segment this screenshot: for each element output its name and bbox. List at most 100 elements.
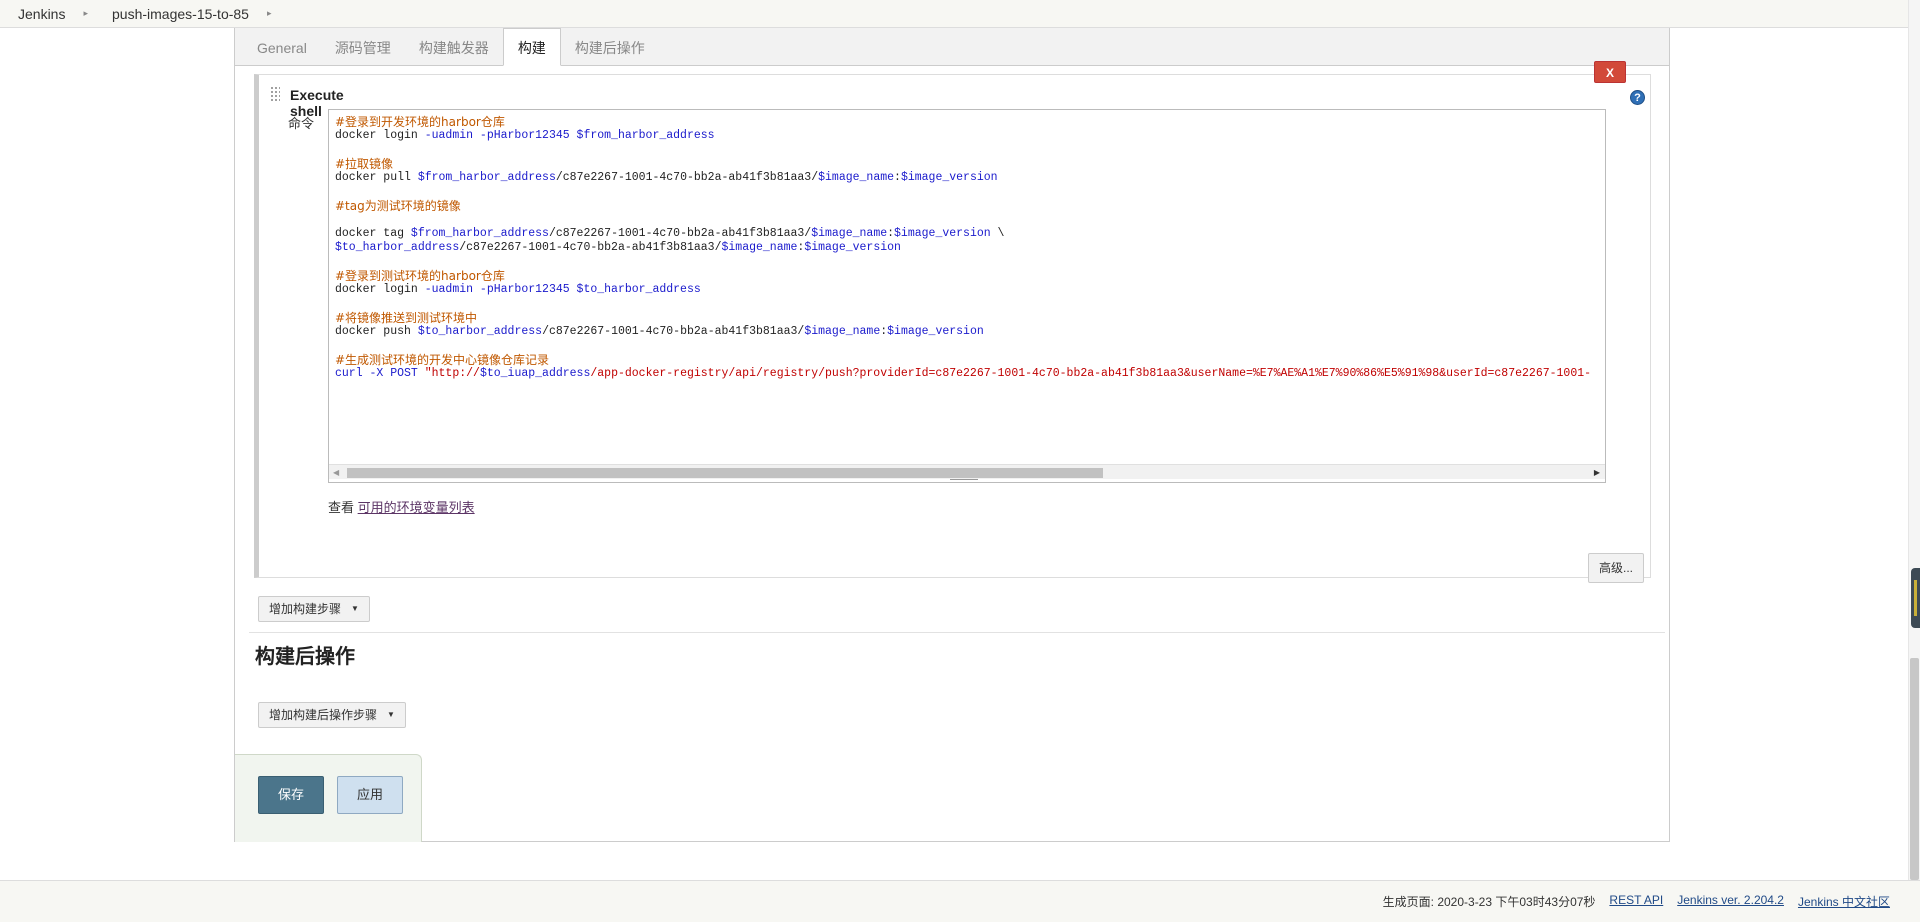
tab-triggers[interactable]: 构建触发器 [405, 31, 503, 65]
breadcrumb-arrow-icon[interactable]: ▸ [261, 8, 278, 19]
tab-general[interactable]: General [243, 31, 321, 65]
command-label: 命令 [288, 116, 315, 131]
caret-down-icon: ▼ [387, 710, 395, 719]
drag-handle-icon[interactable] [270, 86, 280, 102]
save-button[interactable]: 保存 [258, 776, 324, 814]
code-comment: #tag为测试环境的镜像 [335, 199, 461, 213]
code-comment: #生成测试环境的开发中心镜像仓库记录 [335, 353, 550, 367]
apply-button[interactable]: 应用 [337, 776, 403, 814]
help-icon[interactable]: ? [1630, 90, 1645, 105]
add-build-step-button[interactable]: 增加构建步骤 ▼ [258, 596, 370, 622]
delete-step-button[interactable]: X [1594, 61, 1626, 83]
jenkins-version-link[interactable]: Jenkins ver. 2.204.2 [1677, 893, 1784, 910]
code-token: $image_version [900, 171, 998, 184]
code-comment-line: #tag为测试环境的镜像 [335, 199, 1591, 213]
code-comment: #将镜像推送到测试环境中 [335, 311, 478, 325]
code-token: $image_version [887, 325, 984, 338]
env-vars-line: 查看 可用的环境变量列表 [328, 497, 475, 516]
scroll-left-arrow-icon[interactable]: ◀ [333, 468, 339, 477]
code-token: -uadmin -pHarbor12345 $to_harbor_address [424, 283, 701, 296]
scrollbar-thumb[interactable] [347, 468, 1103, 478]
code-token: $image_version [894, 227, 991, 240]
code-token: $image_name [811, 227, 888, 240]
breadcrumb-jenkins[interactable]: Jenkins [0, 6, 77, 22]
code-comment: #登录到测试环境的harbor仓库 [335, 269, 505, 283]
page-scrollbar[interactable] [1908, 0, 1920, 880]
code-token: \ [990, 227, 1005, 240]
add-post-build-step-button[interactable]: 增加构建后操作步骤 ▼ [258, 702, 406, 728]
code-comment: #登录到开发环境的harbor仓库 [335, 115, 505, 129]
code-comment: #拉取镜像 [335, 157, 394, 171]
side-widget-tab[interactable] [1911, 568, 1920, 628]
code-token: : [887, 227, 895, 240]
breadcrumb: Jenkins ▸ push-images-15-to-85 ▸ [0, 0, 1920, 28]
code-token: /c87e2267-1001-4c70-bb2a-ab41f3b81aa3/ [548, 227, 812, 240]
add-post-build-step-label: 增加构建后操作步骤 [269, 708, 378, 722]
command-textarea[interactable]: #登录到开发环境的harbor仓库 docker login -uadmin -p… [328, 109, 1606, 483]
horizontal-scrollbar[interactable]: ◀ ▶ [329, 464, 1605, 479]
code-token: : [894, 171, 901, 184]
code-token: $image_name [721, 241, 798, 254]
code-line: docker push $to_harbor_address/c87e2267-… [335, 325, 1591, 339]
code-line: curl -X POST "http://$to_iuap_address/ap… [335, 367, 1591, 381]
post-build-title: 构建后操作 [255, 646, 355, 668]
code-comment-line: #拉取镜像 [335, 157, 1591, 171]
advanced-button[interactable]: 高级... [1588, 553, 1644, 583]
tab-post-build[interactable]: 构建后操作 [561, 31, 659, 65]
scroll-right-arrow-icon[interactable]: ▶ [1594, 468, 1600, 477]
execute-shell-step: Execute shell X ? 命令 #登录到开发环境的harbor仓库 do… [254, 61, 1651, 583]
env-vars-link[interactable]: 可用的环境变量列表 [358, 500, 475, 515]
code-token: $from_harbor_address [410, 227, 549, 240]
caret-down-icon: ▼ [351, 604, 359, 613]
config-panel: General 源码管理 构建触发器 构建 构建后操作 Execute shel… [234, 28, 1670, 842]
add-build-step-label: 增加构建步骤 [269, 602, 342, 616]
code-token: $to_harbor_address [335, 241, 460, 254]
code-token: $to_iuap_address [479, 367, 591, 380]
code-line: docker login -uadmin -pHarbor12345 $from… [335, 129, 1591, 143]
textarea-resize-grip[interactable] [950, 479, 978, 482]
code-token: docker pull [335, 171, 418, 184]
code-token: $image_version [804, 241, 901, 254]
save-bar: 保存 应用 [235, 754, 422, 842]
footer: 生成页面: 2020-3-23 下午03时43分07秒 REST API Jen… [0, 880, 1920, 922]
community-link[interactable]: Jenkins 中文社区 [1798, 893, 1890, 910]
breadcrumb-arrow-icon[interactable]: ▸ [77, 8, 94, 19]
code-line: docker login -uadmin -pHarbor12345 $to_h… [335, 283, 1591, 297]
code-line: $to_harbor_address/c87e2267-1001-4c70-bb… [335, 241, 1591, 255]
breadcrumb-job[interactable]: push-images-15-to-85 [94, 6, 261, 22]
code-token: docker login [335, 283, 425, 296]
code-comment-line: #将镜像推送到测试环境中 [335, 311, 1591, 325]
code-token: $image_name [818, 171, 895, 184]
code-comment-line: #登录到开发环境的harbor仓库 [335, 115, 1591, 129]
code-line: docker pull $from_harbor_address/c87e226… [335, 171, 1591, 185]
code-comment-line: #登录到测试环境的harbor仓库 [335, 269, 1591, 283]
code-token: /app-docker-registry/api/registry/push?p… [590, 367, 1592, 380]
code-token: $from_harbor_address [417, 171, 556, 184]
tab-build[interactable]: 构建 [502, 28, 561, 66]
section-divider [249, 632, 1665, 633]
code-line: docker tag $from_harbor_address/c87e2267… [335, 227, 1591, 241]
env-vars-prefix: 查看 [328, 500, 358, 515]
code-token: /c87e2267-1001-4c70-bb2a-ab41f3b81aa3/ [542, 325, 805, 338]
tab-scm[interactable]: 源码管理 [321, 31, 405, 65]
code-token: docker login [335, 129, 425, 142]
rest-api-link[interactable]: REST API [1609, 893, 1663, 910]
code-token: docker push [335, 325, 418, 338]
footer-generated: 生成页面: 2020-3-23 下午03时43分07秒 [1382, 895, 1596, 909]
page-scrollbar-thumb[interactable] [1910, 658, 1919, 880]
code-token: docker tag [335, 227, 411, 240]
code-token: $to_harbor_address [417, 325, 543, 338]
code-token: /c87e2267-1001-4c70-bb2a-ab41f3b81aa3/ [555, 171, 819, 184]
code-token: -uadmin -pHarbor12345 $from_harbor_addre… [424, 129, 715, 142]
code-token: /c87e2267-1001-4c70-bb2a-ab41f3b81aa3/ [459, 241, 722, 254]
code-token: $image_name [804, 325, 881, 338]
config-tabbar: General 源码管理 构建触发器 构建 构建后操作 [235, 28, 1669, 66]
code-token: curl -X POST [335, 367, 425, 380]
code-comment-line: #生成测试环境的开发中心镜像仓库记录 [335, 353, 1591, 367]
command-code[interactable]: #登录到开发环境的harbor仓库 docker login -uadmin -p… [335, 115, 1591, 381]
